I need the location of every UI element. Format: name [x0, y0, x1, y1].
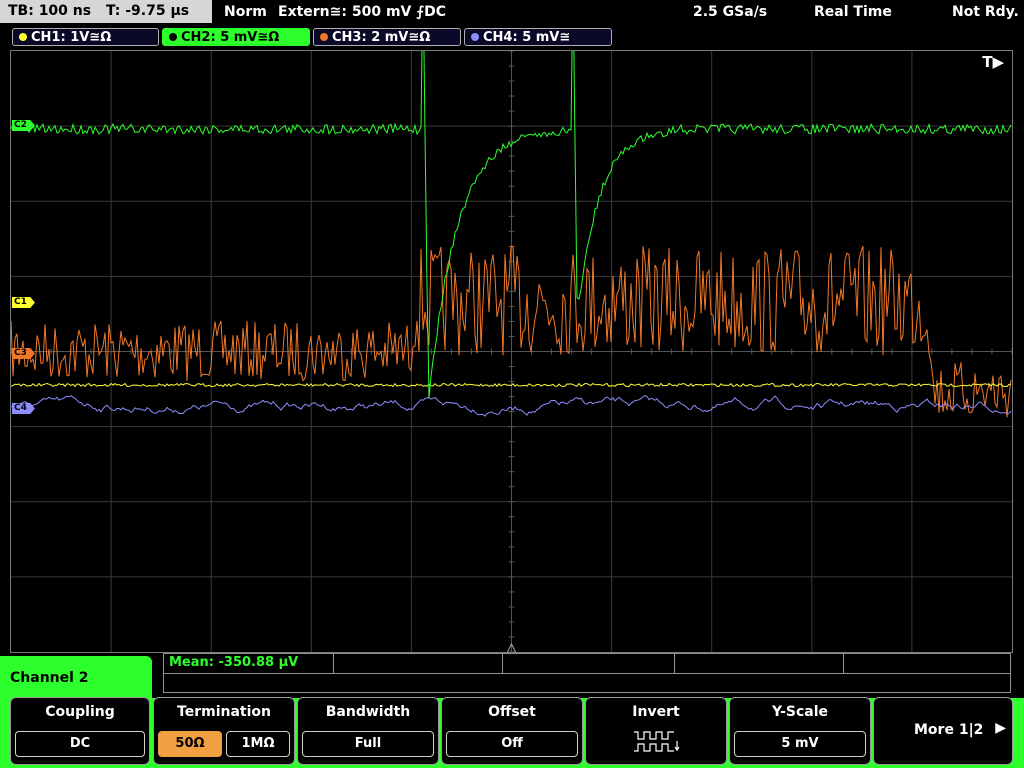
channel-tab-label: CH1: 1V≅Ω — [31, 30, 112, 45]
termination-softkey[interactable]: Termination 50Ω 1MΩ — [153, 697, 295, 765]
trigger-source[interactable]: Extern≅: 500 mV ⨍DC — [278, 0, 446, 24]
yscale-title: Y-Scale — [771, 704, 828, 720]
mean-measurement: Mean: -350.88 µV — [169, 655, 299, 670]
bandwidth-title: Bandwidth — [325, 704, 411, 720]
status-bar: TB: 100 ns T: -9.75 µs Norm Extern≅: 500… — [0, 0, 1024, 24]
termination-title: Termination — [177, 704, 271, 720]
invert-title: Invert — [632, 704, 680, 720]
coupling-value-button[interactable]: DC — [15, 731, 145, 757]
timebase-value: TB: 100 ns — [8, 3, 92, 19]
more-label: More 1|2 — [914, 722, 984, 738]
offset-value-button[interactable]: Off — [446, 731, 578, 757]
coupling-title: Coupling — [45, 704, 115, 720]
ch4-ground-marker[interactable]: C4 — [12, 403, 35, 414]
termination-50ohm-button[interactable]: 50Ω — [158, 731, 222, 757]
coupling-softkey[interactable]: Coupling DC — [10, 697, 150, 765]
yscale-softkey[interactable]: Y-Scale 5 mV — [729, 697, 871, 765]
ch1-ground-marker[interactable]: C1 — [12, 297, 35, 308]
offset-softkey[interactable]: Offset Off — [441, 697, 583, 765]
menu-channel-title: Channel 2 — [0, 656, 152, 700]
bandwidth-value-button[interactable]: Full — [302, 731, 434, 757]
chevron-right-icon: ▶ — [995, 720, 1006, 736]
trigger-position-marker: T▶ — [982, 53, 1004, 71]
invert-waveform-icon — [634, 731, 680, 752]
channel-tab-label: CH4: 5 mV≅ — [483, 30, 571, 45]
channel-tab-label: CH3: 2 mV≅Ω — [332, 30, 431, 45]
acquisition-status: Not Rdy. — [952, 4, 1019, 20]
offset-title: Offset — [488, 704, 536, 720]
channel-tab-label: CH2: 5 mV≅Ω — [181, 30, 280, 45]
invert-softkey[interactable]: Invert — [585, 697, 727, 765]
ch2-ground-marker[interactable]: C2 — [12, 120, 35, 131]
waveform-display[interactable]: T▶ C2 C1 C3 C4 — [10, 50, 1013, 653]
ch3-ground-marker[interactable]: C3 — [12, 348, 35, 359]
measurement-cell — [674, 654, 844, 673]
measurement-divider — [164, 673, 1010, 674]
trigger-mode[interactable]: Norm — [224, 0, 267, 24]
measurement-panel: Mean: -350.88 µV — [163, 653, 1011, 693]
ch2-color-dot-icon — [169, 33, 177, 41]
termination-1mohm-button[interactable]: 1MΩ — [226, 731, 290, 757]
yscale-value-button[interactable]: 5 mV — [734, 731, 866, 757]
ch1-color-dot-icon — [19, 33, 27, 41]
ch4-color-dot-icon — [471, 33, 479, 41]
measurement-cell — [333, 654, 503, 673]
channel-tab-ch3[interactable]: CH3: 2 mV≅Ω — [313, 28, 461, 46]
channel-tab-ch2[interactable]: CH2: 5 mV≅Ω — [162, 28, 310, 46]
sample-rate: 2.5 GSa/s — [693, 4, 768, 20]
bandwidth-softkey[interactable]: Bandwidth Full — [297, 697, 439, 765]
channel-tab-ch1[interactable]: CH1: 1V≅Ω — [12, 28, 159, 46]
measurement-cell — [502, 654, 675, 673]
acquisition-mode: Real Time — [814, 4, 892, 20]
more-softkey[interactable]: More 1|2 ▶ — [873, 697, 1013, 765]
waveform-canvas — [11, 51, 1012, 652]
trigger-time-value: T: -9.75 µs — [105, 3, 190, 19]
channel-tab-ch4[interactable]: CH4: 5 mV≅ — [464, 28, 612, 46]
ch3-color-dot-icon — [320, 33, 328, 41]
timebase-readout[interactable]: TB: 100 ns T: -9.75 µs — [0, 0, 212, 23]
